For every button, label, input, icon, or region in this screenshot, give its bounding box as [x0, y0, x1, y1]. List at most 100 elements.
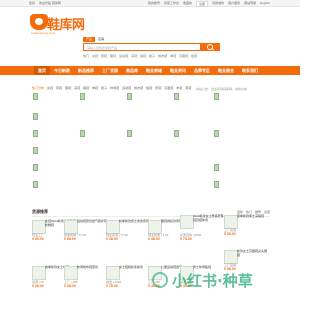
- tile-image[interactable]: [214, 130, 219, 137]
- search-icon: [207, 44, 213, 50]
- product-title[interactable]: 夏季新款男士凉拖鞋: [237, 214, 268, 219]
- nav-item[interactable]: 鞋业商城: [142, 66, 166, 75]
- site-notice[interactable]: 本站公告：欢迎来到鞋库网，诚信为本: [196, 87, 247, 91]
- product-price: ¥ 48.00: [106, 237, 118, 241]
- tile-image[interactable]: [174, 93, 179, 100]
- product-image[interactable]: [64, 220, 78, 234]
- tile-image[interactable]: [174, 130, 179, 137]
- seller-workbench-link[interactable]: 商家工作台: [164, 1, 179, 7]
- location-selector[interactable]: 全国: [196, 1, 209, 7]
- welcome-text: 欢迎光临 鞋库网: [39, 1, 61, 5]
- hot-keyword[interactable]: 女鞋: [92, 54, 98, 58]
- category-link[interactable]: 皮鞋: [155, 86, 161, 90]
- product-image[interactable]: [32, 266, 46, 280]
- category-link[interactable]: 帆布鞋: [134, 86, 143, 90]
- hot-keyword[interactable]: 拖鞋: [140, 54, 146, 58]
- nav-item[interactable]: 品牌专区: [190, 66, 214, 75]
- category-link[interactable]: 女鞋: [47, 86, 53, 90]
- nav-item[interactable]: 工厂货源: [98, 66, 122, 75]
- section-title: 货源推荐: [32, 209, 48, 214]
- hot-keyword[interactable]: 高跟鞋: [179, 54, 188, 58]
- category-link[interactable]: 布鞋: [176, 86, 182, 90]
- search-tabs: 产品 店铺: [83, 37, 107, 42]
- tile-image[interactable]: [33, 113, 38, 120]
- category-link[interactable]: 高跟鞋: [164, 86, 173, 90]
- nav-item[interactable]: 鞋业资讯: [166, 66, 190, 75]
- product-image[interactable]: [106, 266, 120, 280]
- product-image[interactable]: [224, 215, 238, 229]
- category-link[interactable]: 靴子: [101, 86, 107, 90]
- tab-shops[interactable]: 店铺: [95, 37, 107, 42]
- category-link[interactable]: 雨鞋: [185, 86, 191, 90]
- product-title[interactable]: 新款女士高跟鞋尖头细跟: [237, 249, 268, 257]
- product-price: ¥ 36.00: [32, 284, 44, 288]
- category-link[interactable]: 拖鞋: [83, 86, 89, 90]
- product-image[interactable]: [106, 220, 120, 234]
- search-input[interactable]: 请输入您想搜索的产品: [83, 43, 201, 51]
- customer-service-link[interactable]: 客户服务: [228, 1, 240, 7]
- product-card[interactable]: 女士短靴秋冬新款 批发 | 1922 ¥ 78.00: [106, 265, 150, 296]
- product-image[interactable]: [148, 220, 162, 234]
- category-link[interactable]: 板鞋: [146, 86, 152, 90]
- tile-image[interactable]: [80, 93, 85, 100]
- site-logo[interactable]: 鞋库网 xiekuwang.com: [30, 14, 85, 35]
- tile-image[interactable]: [214, 164, 219, 171]
- site-nav-link[interactable]: 网站导航: [244, 1, 256, 7]
- product-image[interactable]: [32, 220, 46, 234]
- product-image[interactable]: [224, 250, 238, 264]
- logo-domain: xiekuwang.com: [31, 31, 56, 35]
- product-price: ¥ 68.00: [64, 237, 76, 241]
- category-link[interactable]: 男鞋: [56, 86, 62, 90]
- hot-keyword[interactable]: 单鞋: [170, 54, 176, 58]
- tile-image[interactable]: [33, 181, 38, 188]
- product-title[interactable]: 秋季新款男士商务皮鞋: [119, 219, 150, 224]
- category-link[interactable]: 运动鞋: [122, 86, 131, 90]
- product-price: ¥ 38.00: [64, 284, 76, 288]
- nav-item[interactable]: 今日新款: [50, 66, 74, 75]
- hot-keyword[interactable]: 童鞋: [110, 54, 116, 58]
- tab-products[interactable]: 产品: [83, 37, 96, 42]
- tile-image[interactable]: [127, 93, 132, 100]
- hot-keyword[interactable]: 靴子: [149, 54, 155, 58]
- nav-item-home[interactable]: 首页: [34, 66, 50, 75]
- english-link[interactable]: English: [260, 1, 270, 7]
- tile-image[interactable]: [33, 130, 38, 137]
- category-link[interactable]: 单鞋: [92, 86, 98, 90]
- nav-item[interactable]: 鞋业展会: [214, 66, 238, 75]
- tile-image[interactable]: [33, 147, 38, 154]
- category-link[interactable]: 童鞋: [65, 86, 71, 90]
- nav-item[interactable]: 新品推荐: [74, 66, 98, 75]
- favorites-link[interactable]: 收藏夹: [183, 1, 192, 7]
- shoe-logo-icon: [30, 14, 48, 30]
- nav-item[interactable]: 商品库: [122, 66, 142, 75]
- search-button[interactable]: [201, 43, 220, 51]
- switch-city-link[interactable]: 切换城市: [212, 1, 224, 7]
- tile-image[interactable]: [33, 164, 38, 171]
- tile-image[interactable]: [33, 93, 38, 100]
- category-link[interactable]: 凉鞋: [74, 86, 80, 90]
- product-title[interactable]: 休闲帆布鞋男款: [77, 265, 108, 270]
- product-card[interactable]: 休闲帆布鞋男款 工厂 | 188 ¥ 38.00: [64, 265, 108, 296]
- hot-keyword[interactable]: 帆布鞋: [158, 54, 167, 58]
- tile-image[interactable]: [80, 130, 85, 137]
- hot-keyword[interactable]: 运动鞋: [119, 54, 128, 58]
- watermark-icon: [152, 272, 168, 288]
- hot-keyword[interactable]: 板鞋: [191, 54, 197, 58]
- product-title[interactable]: 运动鞋男款透气跑步鞋: [77, 219, 108, 224]
- product-title[interactable]: 女士短靴秋冬新款: [119, 265, 150, 270]
- hot-keyword[interactable]: 男鞋: [101, 54, 107, 58]
- category-link[interactable]: 休闲鞋: [110, 86, 119, 90]
- tile-image[interactable]: [214, 181, 219, 188]
- watermark: 小红书·种草: [152, 270, 270, 290]
- section-tab[interactable]: 全部: [264, 210, 270, 214]
- product-image[interactable]: [64, 266, 78, 280]
- product-price: ¥ 35.00: [32, 237, 44, 241]
- nav-item[interactable]: 联系我们: [238, 66, 262, 75]
- product-title[interactable]: 2024新款女士厚底老爹鞋百搭休闲: [193, 214, 224, 222]
- my-account-link[interactable]: 我的账号: [148, 1, 160, 7]
- tile-image[interactable]: [214, 93, 219, 100]
- tile-image[interactable]: [127, 130, 132, 137]
- product-image[interactable]: [180, 215, 194, 229]
- hot-keyword[interactable]: 凉鞋: [131, 54, 137, 58]
- hot-keywords: 热门 女鞋 男鞋 童鞋 运动鞋 凉鞋 拖鞋 靴子 帆布鞋 单鞋 高跟鞋 板鞋: [83, 54, 197, 58]
